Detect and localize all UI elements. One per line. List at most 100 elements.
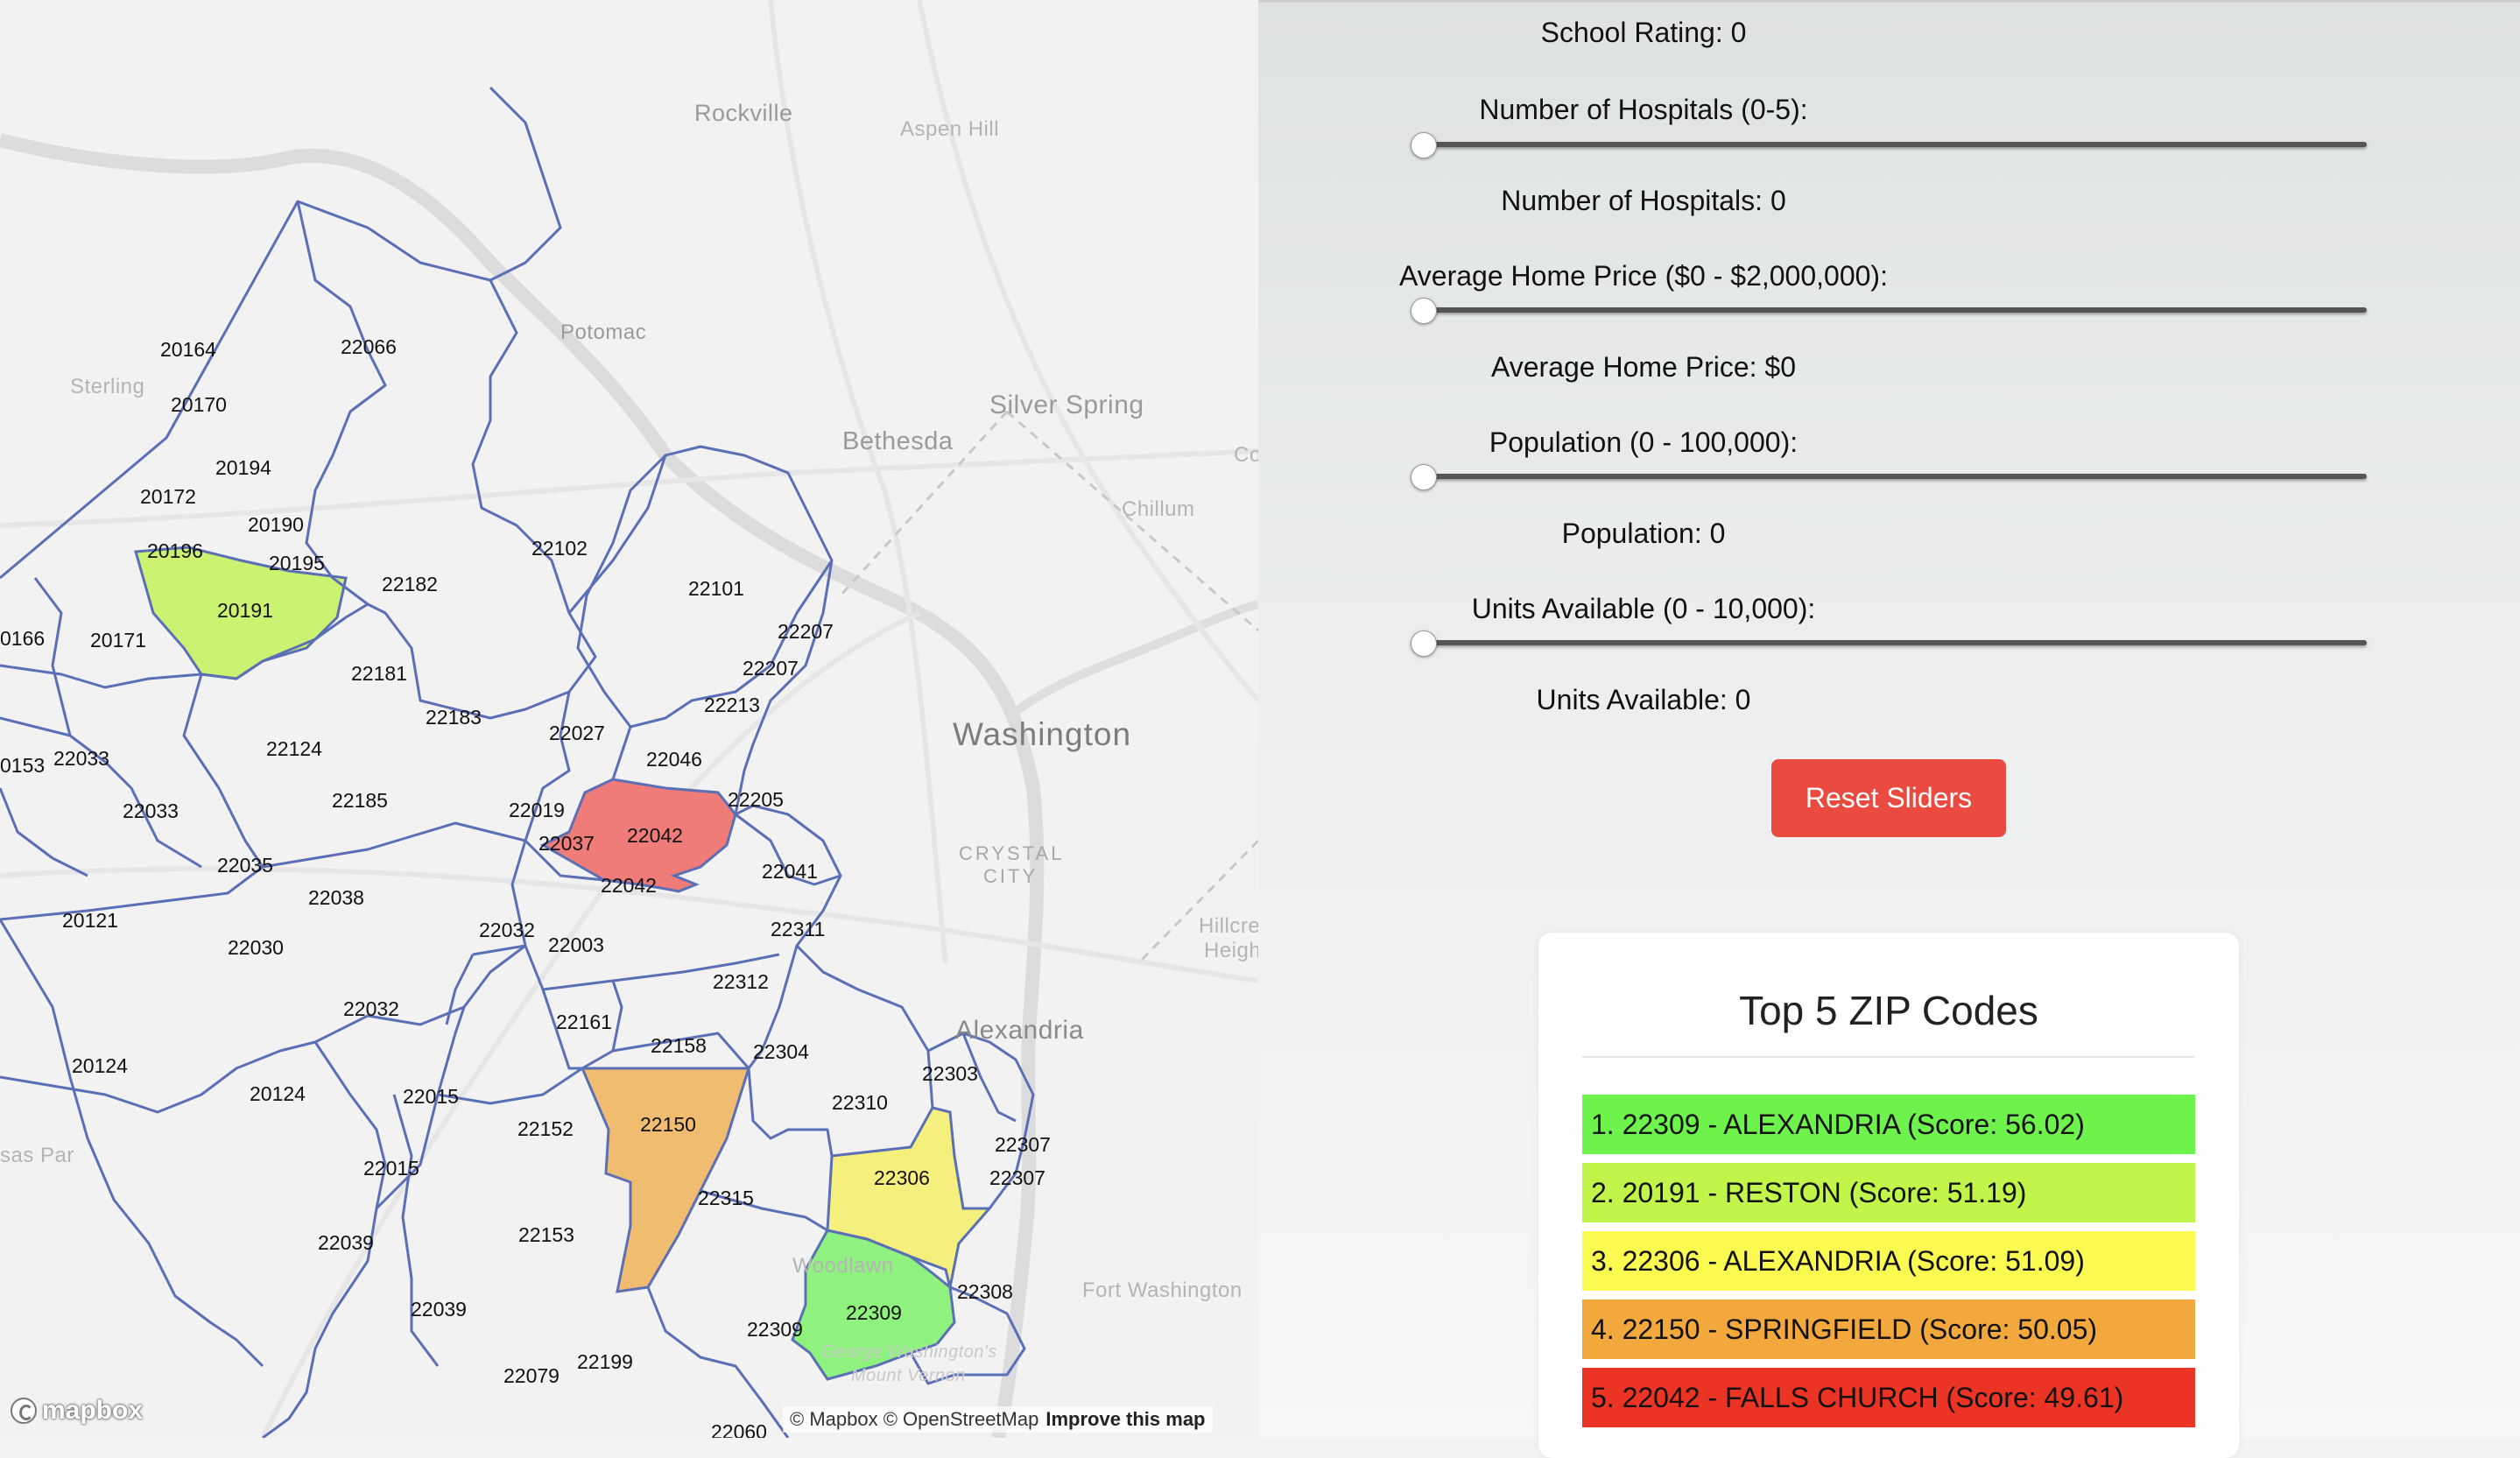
zip-label: 22042 xyxy=(601,874,657,897)
slider-thumb[interactable] xyxy=(1411,464,1437,490)
zip-label: 22042 xyxy=(627,824,683,847)
zip-label: 22039 xyxy=(318,1231,374,1254)
anacostia-river xyxy=(1003,600,1258,722)
mapbox-logo-icon xyxy=(11,1398,37,1424)
zip-label: 22033 xyxy=(123,799,179,822)
population-slider[interactable] xyxy=(1411,464,2367,490)
place-fort-washington: Fort Washington xyxy=(1082,1278,1242,1302)
slider-track[interactable] xyxy=(1416,640,2367,645)
zip-label: 22207 xyxy=(778,620,834,643)
zip-label: 22015 xyxy=(363,1157,419,1180)
home-price-value: Average Home Price: $0 xyxy=(1490,351,1797,383)
place-city: CITY xyxy=(983,865,1038,887)
zip-label: 22079 xyxy=(503,1364,560,1387)
top5-item-5[interactable]: 5. 22042 - FALLS CHURCH (Score: 49.61) xyxy=(1582,1368,2195,1427)
zip-label: 22181 xyxy=(351,662,407,685)
zip-label: 22003 xyxy=(548,933,604,956)
hospitals-label: Number of Hospitals (0-5): xyxy=(1479,94,1808,125)
zip-label: 20172 xyxy=(140,485,196,508)
place-potomac: Potomac xyxy=(560,320,647,344)
place-chillum: Chillum xyxy=(1122,497,1195,521)
mapbox-logo[interactable]: mapbox xyxy=(11,1396,143,1426)
slider-thumb[interactable] xyxy=(1411,630,1437,657)
home-price-label: Average Home Price ($0 - $2,000,000): xyxy=(1399,260,1888,292)
zip-label: 22158 xyxy=(651,1034,707,1057)
units-slider[interactable] xyxy=(1411,630,2367,657)
zip-label: 20170 xyxy=(171,393,227,416)
place-manassas-park: sas Par xyxy=(0,1144,74,1167)
map-view[interactable]: Rockville Aspen Hill Potomac Sterling Si… xyxy=(0,0,1258,1438)
slider-thumb[interactable] xyxy=(1411,132,1437,158)
zip-label: 20190 xyxy=(248,513,304,536)
top5-item-3[interactable]: 3. 22306 - ALEXANDRIA (Score: 51.09) xyxy=(1582,1231,2195,1291)
zip-area-22150[interactable] xyxy=(580,1067,751,1293)
zip-label: 20171 xyxy=(90,629,146,652)
zip-label: 22041 xyxy=(762,860,818,883)
place-george-washington: George Washington's xyxy=(821,1342,997,1362)
hospitals-value: Number of Hospitals: 0 xyxy=(1501,185,1786,216)
place-crystal: CRYSTAL xyxy=(959,842,1065,864)
control-panel: School Rating: 0 Number of Hospitals (0-… xyxy=(1258,0,2520,1458)
zip-label: 22102 xyxy=(531,537,588,560)
zip-label: 22150 xyxy=(640,1113,696,1136)
reset-sliders-button[interactable]: Reset Sliders xyxy=(1771,759,2006,837)
place-aspen-hill: Aspen Hill xyxy=(900,117,1000,141)
home-price-slider[interactable] xyxy=(1411,298,2367,324)
slider-track[interactable] xyxy=(1416,142,2367,147)
zip-label: 22308 xyxy=(957,1280,1013,1303)
zip-label: 22304 xyxy=(753,1040,809,1063)
zip-label: 22207 xyxy=(743,657,799,680)
school-rating-value: School Rating: 0 xyxy=(1540,17,1747,48)
zip-label: 22303 xyxy=(922,1062,978,1085)
zip-label: 20164 xyxy=(160,338,216,361)
zip-label: 22183 xyxy=(426,706,482,729)
zip-label: 22306 xyxy=(874,1166,930,1189)
place-bethesda: Bethesda xyxy=(842,427,954,455)
top5-item-4[interactable]: 4. 22150 - SPRINGFIELD (Score: 50.05) xyxy=(1582,1300,2195,1359)
zip-label: 20196 xyxy=(147,539,203,562)
top5-card: Top 5 ZIP Codes 1. 22309 - ALEXANDRIA (S… xyxy=(1538,933,2239,1458)
place-washington: Washington xyxy=(953,716,1132,752)
zip-label: 22032 xyxy=(479,919,535,941)
zip-label: 22312 xyxy=(713,970,769,993)
map-attribution: © Mapbox © OpenStreetMap Improve this map xyxy=(783,1406,1213,1433)
zip-label: 20194 xyxy=(215,456,271,479)
zip-label: 20124 xyxy=(72,1054,128,1077)
zip-label: 22205 xyxy=(728,788,784,811)
population-value: Population: 0 xyxy=(1561,518,1726,549)
units-value: Units Available: 0 xyxy=(1536,684,1751,715)
zip-label: 0166 xyxy=(0,627,46,650)
zip-label: 22153 xyxy=(518,1223,574,1246)
zip-label: 22152 xyxy=(517,1117,574,1140)
zip-label: 22101 xyxy=(688,577,744,600)
place-mount-vernon: Mount Vernon xyxy=(851,1366,966,1385)
place-rockville: Rockville xyxy=(694,100,793,126)
top5-item-2[interactable]: 2. 20191 - RESTON (Score: 51.19) xyxy=(1582,1163,2195,1222)
hospitals-slider[interactable] xyxy=(1411,132,2367,158)
zip-label: 22309 xyxy=(846,1301,902,1324)
zip-label: 22035 xyxy=(217,854,273,877)
top5-list: 1. 22309 - ALEXANDRIA (Score: 56.02) 2. … xyxy=(1582,1095,2195,1436)
improve-map-link[interactable]: Improve this map xyxy=(1045,1408,1205,1430)
zip-label: 22309 xyxy=(747,1318,803,1341)
zip-label: 22060 xyxy=(711,1420,767,1438)
attribution-text[interactable]: © Mapbox © OpenStreetMap xyxy=(790,1408,1038,1430)
slider-track[interactable] xyxy=(1416,474,2367,479)
mapbox-logo-text: mapbox xyxy=(42,1396,144,1425)
zip-label: 22038 xyxy=(308,886,364,909)
top5-title: Top 5 ZIP Codes xyxy=(1739,988,2038,1033)
top5-item-1[interactable]: 1. 22309 - ALEXANDRIA (Score: 56.02) xyxy=(1582,1095,2195,1154)
top5-divider xyxy=(1582,1056,2195,1058)
slider-track[interactable] xyxy=(1416,307,2367,313)
zip-label: 22066 xyxy=(341,335,397,358)
zip-label: 22182 xyxy=(382,573,438,595)
zip-label: 20191 xyxy=(217,599,273,622)
slider-thumb[interactable] xyxy=(1411,298,1437,324)
zip-label: 22307 xyxy=(989,1166,1045,1189)
zip-label: 22033 xyxy=(53,747,109,770)
zip-label: 22315 xyxy=(698,1187,754,1209)
zip-label: 20195 xyxy=(269,552,325,574)
zip-label: 22213 xyxy=(704,694,760,716)
zip-label: 22161 xyxy=(556,1011,612,1033)
zip-label: 22039 xyxy=(411,1298,467,1321)
